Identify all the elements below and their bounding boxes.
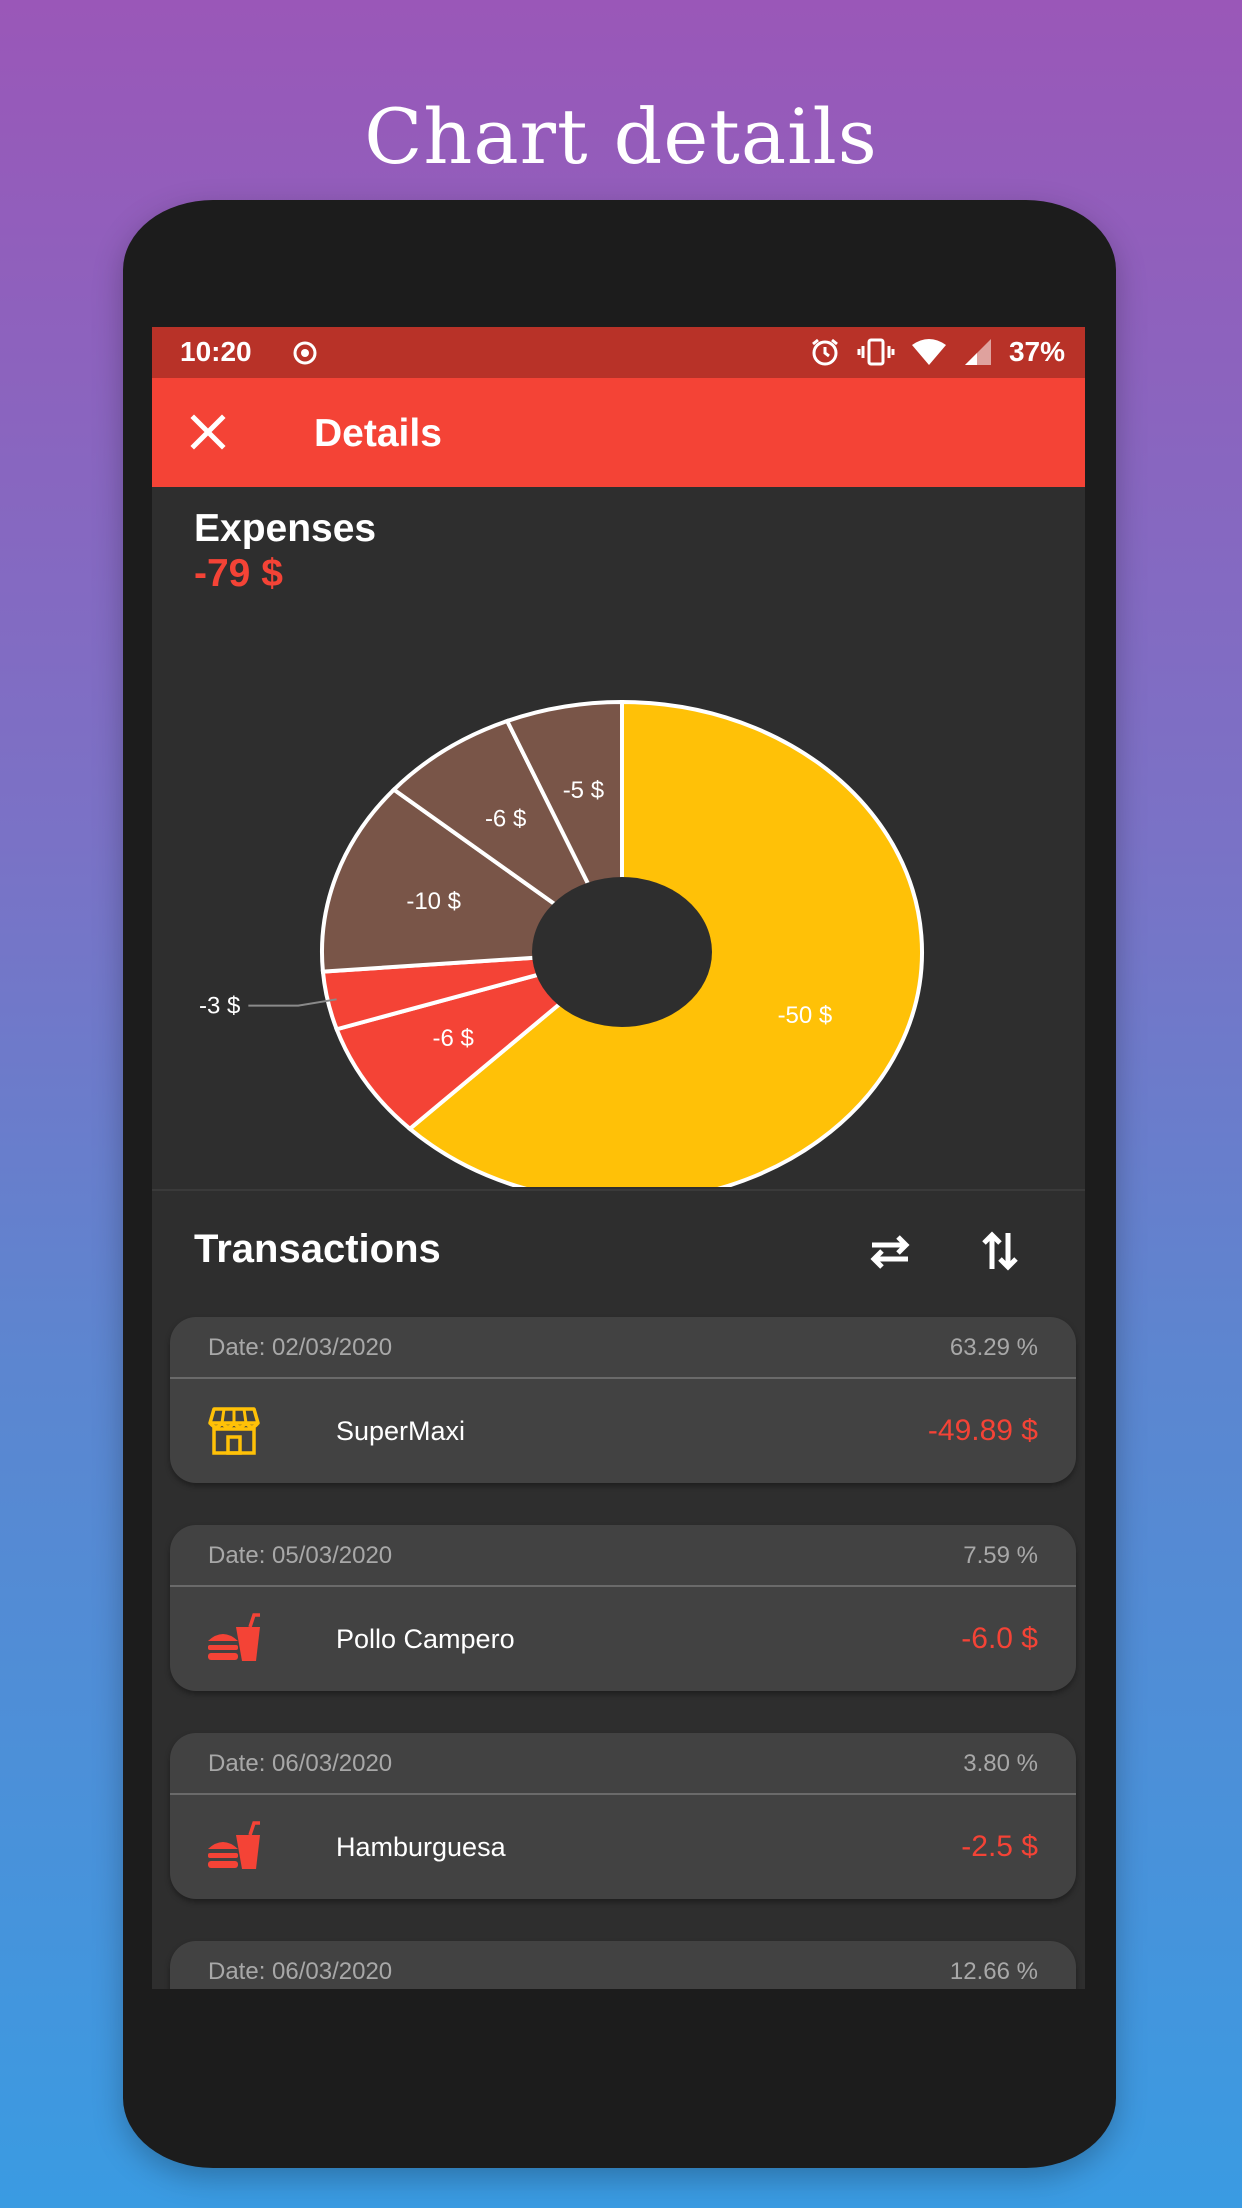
section-divider: [152, 1189, 1085, 1191]
pie-label-6-2: -6 $: [432, 1025, 473, 1052]
transaction-card[interactable]: Date: 06/03/2020 12.66 %: [170, 1941, 1076, 1989]
pie-label-50-1: -50 $: [778, 1002, 833, 1029]
page-title: Details: [314, 412, 442, 455]
card-header: Date: 06/03/2020 3.80 %: [170, 1733, 1076, 1795]
app-bar: Details: [152, 378, 1085, 487]
transaction-date: Date: 06/03/2020: [208, 1750, 393, 1777]
app-screen: 10:20 37% Details Expenses -79 $ -50 $ -…: [152, 327, 1085, 1989]
promo-title: Chart details: [364, 92, 878, 181]
transaction-date: Date: 02/03/2020: [208, 1334, 393, 1361]
transaction-amount: -6.0 $: [961, 1622, 1038, 1655]
vibrate-icon: [857, 336, 895, 368]
expenses-pie-chart[interactable]: -50 $ -6 $ -3 $ -10 $ -6 $ -5 $: [152, 587, 1085, 1187]
transaction-percent: 63.29 %: [949, 1334, 1038, 1361]
alarm-icon: [809, 336, 841, 368]
status-time: 10:20: [180, 336, 252, 367]
fastfood-icon: [206, 1819, 262, 1875]
card-header: Date: 05/03/2020 7.59 %: [170, 1525, 1076, 1587]
pie-label-10-4: -10 $: [406, 888, 461, 915]
transaction-name: Hamburguesa: [336, 1832, 506, 1862]
close-icon[interactable]: [184, 408, 232, 456]
status-bar: 10:20 37%: [152, 327, 1085, 378]
wifi-icon: [911, 337, 947, 367]
transaction-date: Date: 06/03/2020: [208, 1958, 393, 1985]
swap-horizontal-icon[interactable]: [860, 1221, 920, 1281]
expenses-label: Expenses: [194, 507, 377, 550]
pie-center-hole: [532, 877, 712, 1027]
card-header: Date: 06/03/2020 12.66 %: [170, 1941, 1076, 1989]
transaction-name: Pollo Campero: [336, 1624, 515, 1654]
battery-percent: 37%: [1008, 336, 1065, 367]
transaction-card[interactable]: Date: 05/03/2020 7.59 % Pollo Campero -6…: [170, 1525, 1076, 1691]
transaction-percent: 12.66 %: [949, 1958, 1038, 1985]
transaction-amount: -2.5 $: [961, 1830, 1038, 1863]
transaction-date: Date: 05/03/2020: [208, 1542, 393, 1569]
pie-label-5-6: -5 $: [563, 777, 604, 804]
transaction-amount: -49.89 $: [927, 1414, 1038, 1447]
pie-leader-line: [248, 998, 337, 1007]
transaction-name: SuperMaxi: [336, 1416, 466, 1446]
store-icon: [206, 1403, 262, 1459]
transaction-card[interactable]: Date: 06/03/2020 3.80 % Hamburguesa -2.5…: [170, 1733, 1076, 1899]
signal-icon: [963, 337, 993, 367]
sort-icon[interactable]: [970, 1221, 1030, 1281]
transaction-percent: 3.80 %: [963, 1750, 1038, 1777]
pie-label-3-3: -3 $: [199, 993, 240, 1020]
pie-label-6-5: -6 $: [485, 806, 526, 833]
transaction-percent: 7.59 %: [963, 1542, 1038, 1569]
eye-icon: [290, 338, 320, 375]
fastfood-icon: [206, 1611, 262, 1667]
transactions-title: Transactions: [194, 1227, 441, 1271]
card-header: Date: 02/03/2020 63.29 %: [170, 1317, 1076, 1379]
transaction-card[interactable]: Date: 02/03/2020 63.29 % SuperMaxi -49.8…: [170, 1317, 1076, 1483]
